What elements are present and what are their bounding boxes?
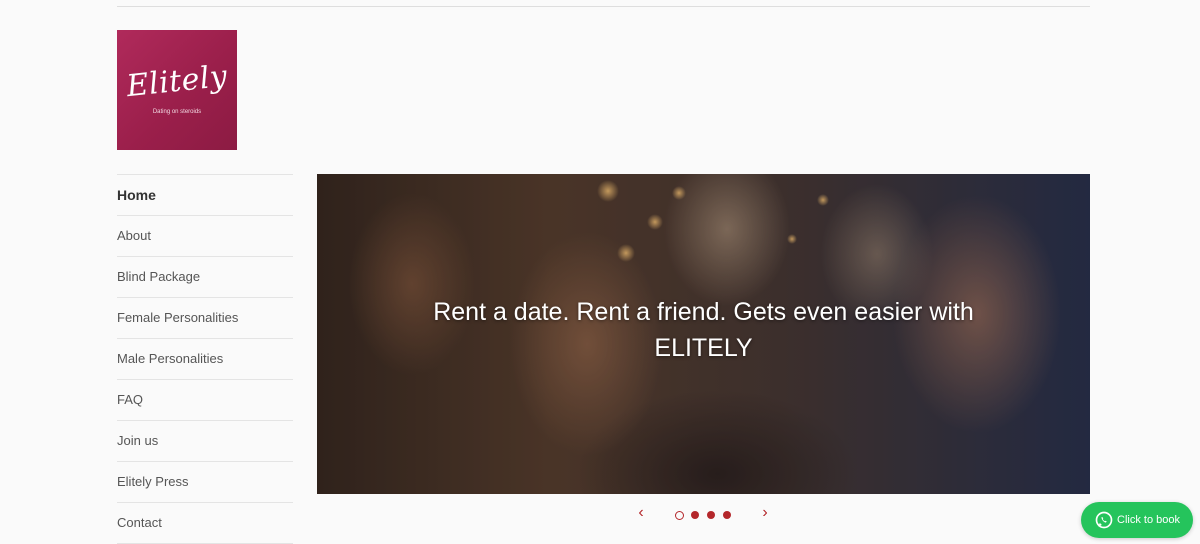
- nav-item-join-us[interactable]: Join us: [117, 420, 293, 461]
- nav-item-blind-package[interactable]: Blind Package: [117, 256, 293, 297]
- logo-name: Elitely: [124, 58, 230, 105]
- click-to-book-label: Click to book: [1117, 514, 1180, 526]
- chevron-right-icon[interactable]: ›: [758, 503, 772, 523]
- click-to-book-button[interactable]: Click to book: [1081, 502, 1193, 538]
- slider-dot-1[interactable]: [675, 510, 684, 520]
- slider-dot-3[interactable]: [707, 511, 715, 519]
- nav-item-faq[interactable]: FAQ: [117, 379, 293, 420]
- slider-dot-4[interactable]: [723, 511, 731, 519]
- nav-item-female-personalities[interactable]: Female Personalities: [117, 297, 293, 338]
- nav-item-elitely-press[interactable]: Elitely Press: [117, 461, 293, 502]
- nav-item-contact[interactable]: Contact: [117, 502, 293, 544]
- nav-item-male-personalities[interactable]: Male Personalities: [117, 338, 293, 379]
- sidebar-nav: Home About Blind Package Female Personal…: [117, 174, 293, 544]
- hero-slide-image[interactable]: Rent a date. Rent a friend. Gets even ea…: [317, 174, 1090, 494]
- site-logo[interactable]: Elitely Dating on steroids: [117, 30, 237, 150]
- nav-item-about[interactable]: About: [117, 215, 293, 256]
- chevron-left-icon[interactable]: ‹: [634, 503, 648, 523]
- page: Elitely Dating on steroids Home About Bl…: [0, 0, 1200, 544]
- slider-dot-2[interactable]: [691, 511, 699, 519]
- nav-item-home[interactable]: Home: [117, 174, 293, 215]
- logo-tagline: Dating on steroids: [152, 109, 202, 115]
- whatsapp-icon: [1095, 511, 1113, 529]
- hero-caption: Rent a date. Rent a friend. Gets even ea…: [433, 298, 974, 362]
- top-divider: [117, 6, 1090, 7]
